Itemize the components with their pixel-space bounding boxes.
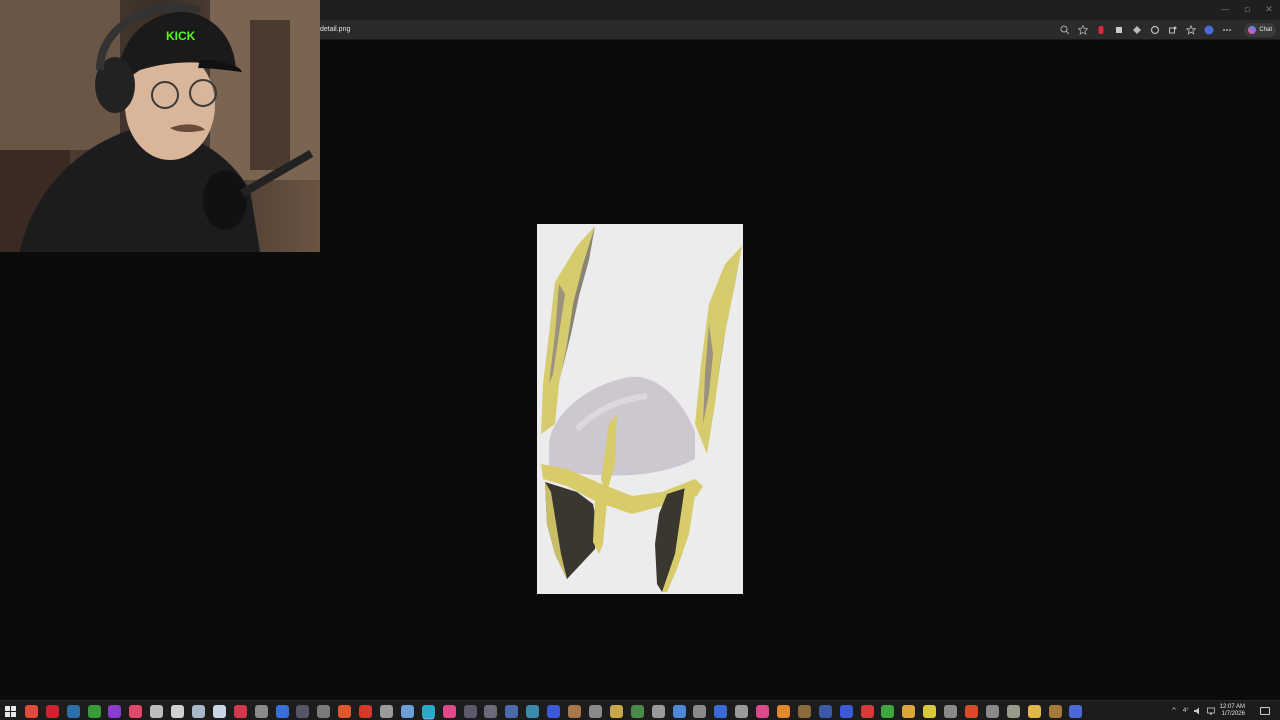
taskbar-xbox-icon[interactable] (87, 704, 101, 718)
taskbar-app-gray-icon[interactable] (254, 704, 268, 718)
taskbar-chrome-icon[interactable] (24, 704, 38, 718)
winged-helmet-illustration (537, 224, 743, 594)
chat-label: Chat (1259, 27, 1272, 33)
taskbar-app-cam-icon[interactable] (818, 704, 832, 718)
taskbar-app-fox-icon[interactable] (776, 704, 790, 718)
extension-square-icon[interactable] (1112, 23, 1126, 37)
copilot-icon (1248, 26, 1257, 34)
chat-button[interactable]: Chat (1244, 23, 1276, 37)
clock-time: 12:07 AM (1219, 704, 1245, 710)
taskbar-app-yellow-icon[interactable] (923, 704, 937, 718)
taskbar-app-link-icon[interactable] (672, 704, 686, 718)
taskbar-app-down-icon[interactable] (797, 704, 811, 718)
taskbar-app-z-icon[interactable] (171, 704, 185, 718)
taskbar-app-anvil-icon[interactable] (1006, 704, 1020, 718)
toolbar-icons (1058, 22, 1234, 38)
taskbar-opera-icon[interactable] (45, 704, 59, 718)
minimize-button[interactable]: — (1214, 0, 1236, 20)
taskbar-app-brown-icon[interactable] (568, 704, 582, 718)
taskbar-app-chrome2-icon[interactable] (902, 704, 916, 718)
taskbar-app-gray2-icon[interactable] (463, 704, 477, 718)
close-button[interactable]: ✕ (1258, 0, 1280, 20)
taskbar-app-board-icon[interactable] (735, 704, 749, 718)
taskbar-app-green-icon[interactable] (630, 704, 644, 718)
favorite-star-icon[interactable] (1076, 23, 1090, 37)
taskbar-app-c-icon[interactable] (400, 704, 414, 718)
clock[interactable]: 12:07 AM 1/7/2026 (1220, 704, 1245, 718)
taskbar-app-home-icon[interactable] (651, 704, 665, 718)
taskbar-app-x2-icon[interactable] (693, 704, 707, 718)
taskbar-app-pink2-icon[interactable] (442, 704, 456, 718)
taskbar-app-m-icon[interactable] (964, 704, 978, 718)
extension-diamond-icon[interactable] (1130, 23, 1144, 37)
taskbar-steam-icon[interactable] (66, 704, 80, 718)
url-text[interactable]: detail.png (320, 20, 350, 40)
volume-icon[interactable] (1193, 707, 1202, 715)
taskbar-app-blue2-icon[interactable] (547, 704, 561, 718)
screen: — ▫ ✕ detail.png Chat KICK ^ 4° 12:07 AM… (0, 0, 1280, 720)
profile-icon[interactable] (1202, 23, 1216, 37)
extensions-icon[interactable] (1166, 23, 1180, 37)
extension-puzzle-icon[interactable] (1148, 23, 1162, 37)
taskbar-app-r-icon[interactable] (505, 704, 519, 718)
taskbar-app-bars-icon[interactable] (944, 704, 958, 718)
more-options-icon[interactable] (1220, 23, 1234, 37)
maximize-button[interactable]: ▫ (1236, 0, 1258, 20)
taskbar-file-icon[interactable] (212, 704, 226, 718)
svg-text:KICK: KICK (166, 29, 196, 43)
favorites-icon[interactable] (1184, 23, 1198, 37)
clock-date: 1/7/2026 (1221, 711, 1245, 717)
tray-chevron-icon[interactable]: ^ (1170, 707, 1178, 715)
zoom-icon[interactable] (1058, 23, 1072, 37)
window-controls: — ▫ ✕ (1214, 0, 1280, 20)
extension-red-icon[interactable] (1094, 23, 1108, 37)
taskbar-start-icon[interactable] (4, 705, 17, 718)
taskbar-app-green2-icon[interactable] (881, 704, 895, 718)
taskbar-app-x-icon[interactable] (150, 704, 164, 718)
taskbar: ^ 4° 12:07 AM 1/7/2026 (0, 700, 1280, 720)
taskbar-app-brown2-icon[interactable] (1048, 704, 1062, 718)
taskbar-app-red2-icon[interactable] (756, 704, 770, 718)
system-tray: ^ 4° 12:07 AM 1/7/2026 (1170, 703, 1270, 719)
taskbar-app-dark-icon[interactable] (296, 704, 310, 718)
taskbar-apps (4, 704, 1090, 718)
weather-temp[interactable]: 4° (1183, 708, 1189, 714)
taskbar-app-pink-icon[interactable] (129, 704, 143, 718)
taskbar-app-dots-icon[interactable] (317, 704, 331, 718)
taskbar-edge-icon[interactable] (421, 704, 435, 718)
taskbar-app-g-icon[interactable] (714, 704, 728, 718)
taskbar-app-blue-icon[interactable] (275, 704, 289, 718)
webcam-overlay: KICK (0, 0, 320, 252)
taskbar-app-search-icon[interactable] (985, 704, 999, 718)
streamer-webcam-feed: KICK (0, 0, 320, 252)
taskbar-app-net-icon[interactable] (839, 704, 853, 718)
taskbar-app-play-icon[interactable] (1069, 704, 1083, 718)
taskbar-app-shield-icon[interactable] (192, 704, 206, 718)
taskbar-app-red3-icon[interactable] (860, 704, 874, 718)
taskbar-app-k-icon[interactable] (609, 704, 623, 718)
taskbar-app-bolt-icon[interactable] (359, 704, 373, 718)
taskbar-app-red-icon[interactable] (233, 704, 247, 718)
taskbar-app-teal-icon[interactable] (526, 704, 540, 718)
taskbar-app-purple-icon[interactable] (108, 704, 122, 718)
taskbar-app-cross-icon[interactable] (588, 704, 602, 718)
taskbar-folder-icon[interactable] (1027, 704, 1041, 718)
taskbar-app-gear-icon[interactable] (380, 704, 394, 718)
notification-icon[interactable] (1260, 707, 1270, 715)
taskbar-app-star-icon[interactable] (484, 704, 498, 718)
taskbar-app-orange-icon[interactable] (338, 704, 352, 718)
network-icon[interactable] (1206, 707, 1215, 715)
helmet-image (537, 224, 743, 594)
